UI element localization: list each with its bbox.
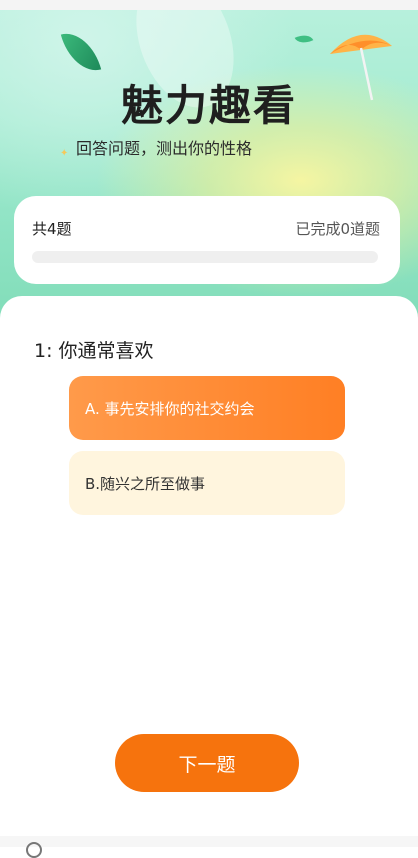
page-subtitle: 回答问题，测出你的性格: [76, 139, 253, 158]
option-a-button[interactable]: A. 事先安排你的社交约会: [69, 376, 345, 440]
leaf-icon: [60, 26, 102, 78]
status-bar: [0, 0, 418, 10]
small-leaf-icon: [294, 31, 314, 47]
option-b-label: B.随兴之所至做事: [85, 474, 206, 493]
completed-count-label: 已完成0道题: [295, 220, 380, 238]
page-title: 魅力趣看: [120, 81, 297, 130]
hero-banner: 魅力趣看 ✦ 回答问题，测出你的性格 共4题 已完成0道题: [0, 10, 418, 320]
sparkle-icon: ✦: [60, 148, 69, 159]
tab-icon[interactable]: [26, 842, 42, 858]
option-b-button[interactable]: B.随兴之所至做事: [69, 451, 345, 515]
next-question-button[interactable]: 下一题: [115, 734, 299, 792]
total-questions-label: 共4题: [32, 220, 72, 238]
question-text: 1: 你通常喜欢: [34, 340, 154, 362]
progress-bar: [32, 251, 378, 263]
option-a-label: A. 事先安排你的社交约会: [85, 399, 255, 418]
progress-card: 共4题 已完成0道题: [14, 196, 400, 284]
question-panel: 1: 你通常喜欢 A. 事先安排你的社交约会 B.随兴之所至做事 下一题: [0, 296, 418, 836]
bottom-tab-bar: [0, 836, 418, 858]
next-question-label: 下一题: [178, 753, 236, 776]
